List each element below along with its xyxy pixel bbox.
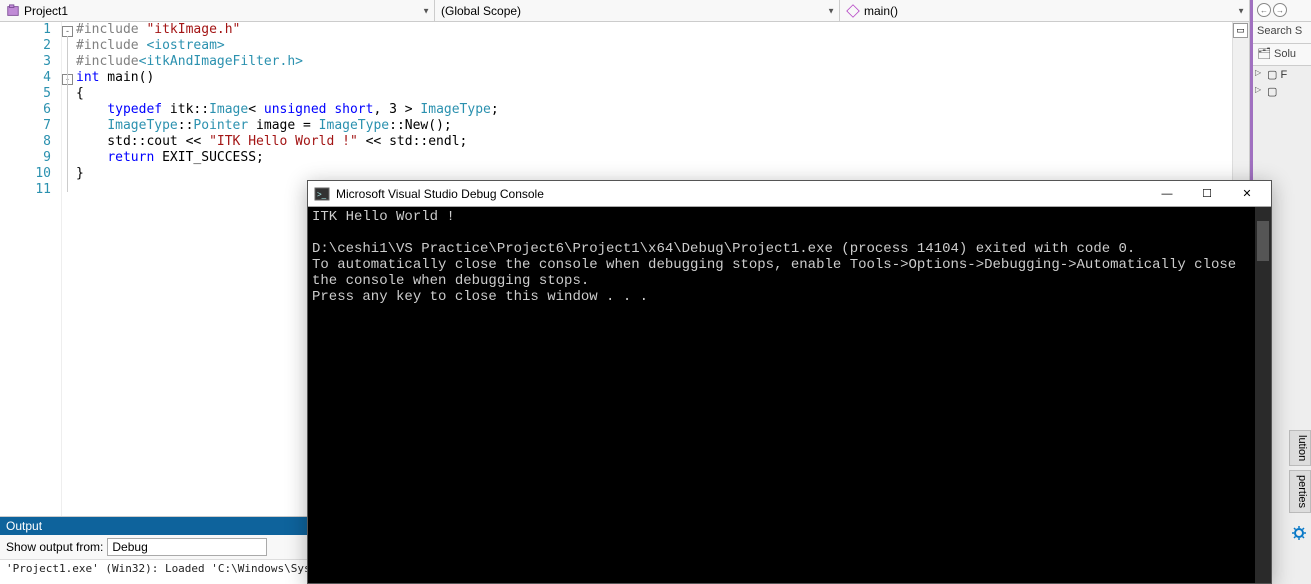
function-dropdown-label: main(): [864, 4, 898, 18]
line-number: 7: [0, 118, 61, 134]
fold-column: --: [62, 22, 76, 516]
scope-dropdown-label: (Global Scope): [441, 4, 521, 18]
console-app-icon: >_: [314, 186, 330, 202]
split-box-icon[interactable]: ▭: [1233, 23, 1248, 38]
code-line[interactable]: #include<itkAndImageFilter.h>: [76, 54, 1231, 70]
solution-explorer-tab[interactable]: lution: [1289, 430, 1311, 466]
project-dropdown-label: Project1: [24, 4, 68, 18]
code-line[interactable]: #include <iostream>: [76, 38, 1231, 54]
line-number: 10: [0, 166, 61, 182]
window-buttons: — ☐ ✕: [1147, 181, 1267, 207]
svg-text:>_: >_: [317, 190, 327, 199]
search-box[interactable]: Search S: [1253, 22, 1311, 44]
code-line[interactable]: std::cout << "ITK Hello World !" << std:…: [76, 134, 1231, 150]
settings-icon[interactable]: [1291, 525, 1307, 544]
project-dropdown[interactable]: Project1 ▼: [0, 0, 435, 21]
minimize-button[interactable]: —: [1147, 181, 1187, 207]
output-source-dropdown[interactable]: Debug: [107, 538, 267, 556]
maximize-button[interactable]: ☐: [1187, 181, 1227, 207]
line-number: 2: [0, 38, 61, 54]
line-number: 1: [0, 22, 61, 38]
code-line[interactable]: {: [76, 86, 1231, 102]
solution-explorer-header[interactable]: 🗂 Solu: [1253, 44, 1311, 66]
scope-dropdown[interactable]: (Global Scope) ▼: [435, 0, 840, 21]
solution-header-label: Solu: [1274, 48, 1296, 60]
console-title-text: Microsoft Visual Studio Debug Console: [336, 187, 1147, 201]
line-number: 11: [0, 182, 61, 198]
method-icon: [846, 4, 860, 18]
function-dropdown[interactable]: main() ▼: [840, 0, 1250, 21]
close-button[interactable]: ✕: [1227, 181, 1267, 207]
project-icon: [6, 4, 20, 18]
code-line[interactable]: typedef itk::Image< unsigned short, 3 > …: [76, 102, 1231, 118]
tree-node[interactable]: ▢: [1253, 83, 1311, 100]
code-line[interactable]: int main(): [76, 70, 1231, 86]
chevron-down-icon: ▼: [827, 6, 835, 15]
line-number: 8: [0, 134, 61, 150]
nav-forward-icon[interactable]: →: [1273, 3, 1287, 17]
solution-icon: 🗂: [1257, 48, 1271, 60]
tree-node[interactable]: ▢ F: [1253, 66, 1311, 83]
nav-back-icon[interactable]: ←: [1257, 3, 1271, 17]
line-number: 5: [0, 86, 61, 102]
line-number: 6: [0, 102, 61, 118]
context-dropdown-bar: Project1 ▼ (Global Scope) ▼ main() ▼: [0, 0, 1311, 22]
chevron-down-icon: ▼: [1237, 6, 1245, 15]
chevron-down-icon: ▼: [422, 6, 430, 15]
scrollbar-thumb[interactable]: [1257, 221, 1269, 261]
code-line[interactable]: ImageType::Pointer image = ImageType::Ne…: [76, 118, 1231, 134]
code-line[interactable]: return EXIT_SUCCESS;: [76, 150, 1231, 166]
line-number: 4: [0, 70, 61, 86]
properties-tab[interactable]: perties: [1289, 470, 1311, 513]
line-number-gutter: 1234567891011: [0, 22, 62, 516]
line-number: 9: [0, 150, 61, 166]
console-output[interactable]: ITK Hello World ! D:\ceshi1\VS Practice\…: [308, 207, 1255, 583]
nav-arrows: ← →: [1253, 0, 1311, 22]
console-vertical-scrollbar[interactable]: [1255, 207, 1271, 583]
console-titlebar[interactable]: >_ Microsoft Visual Studio Debug Console…: [308, 181, 1271, 207]
debug-console-window[interactable]: >_ Microsoft Visual Studio Debug Console…: [307, 180, 1272, 584]
line-number: 3: [0, 54, 61, 70]
output-source-label: Show output from:: [6, 540, 103, 554]
code-line[interactable]: #include "itkImage.h": [76, 22, 1231, 38]
